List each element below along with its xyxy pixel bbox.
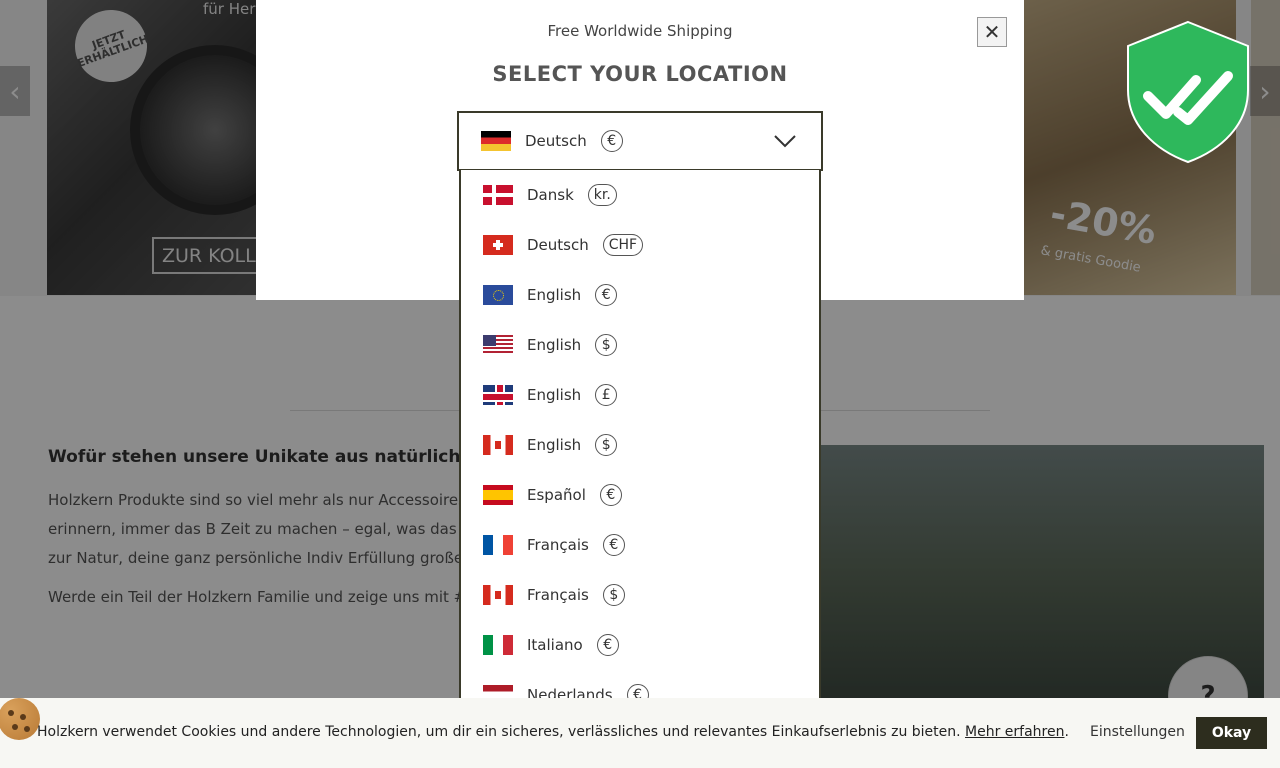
option-deutsch-chf[interactable]: Deutsch CHF xyxy=(461,220,819,270)
chevron-down-icon xyxy=(774,135,796,148)
flag-de-icon xyxy=(481,131,511,151)
flag-gb-icon xyxy=(483,385,513,405)
option-currency: € xyxy=(596,634,619,656)
option-currency: $ xyxy=(595,434,618,456)
flag-dk-icon xyxy=(483,185,513,205)
option-currency: $ xyxy=(602,584,625,606)
close-icon[interactable]: ✕ xyxy=(977,17,1007,47)
cookie-okay-button[interactable]: Okay xyxy=(1196,717,1267,749)
option-language: English xyxy=(527,386,582,404)
option-language: Deutsch xyxy=(527,236,589,254)
option-language: English xyxy=(527,286,582,304)
option-currency: € xyxy=(595,284,618,306)
option-english-cad[interactable]: English $ xyxy=(461,420,819,470)
option-currency: $ xyxy=(595,334,618,356)
option-language: Italiano xyxy=(527,636,583,654)
option-espanol-eur[interactable]: Español € xyxy=(461,470,819,520)
option-currency: £ xyxy=(595,384,618,406)
option-currency: CHF xyxy=(602,234,644,256)
flag-es-icon xyxy=(483,485,513,505)
option-english-usd[interactable]: English $ xyxy=(461,320,819,370)
option-language: Français xyxy=(527,536,589,554)
flag-ch-icon xyxy=(483,235,513,255)
option-currency: € xyxy=(599,484,622,506)
cookie-icon xyxy=(0,698,40,740)
option-english-gbp[interactable]: English £ xyxy=(461,370,819,420)
flag-ca-icon xyxy=(483,435,513,455)
option-language: Français xyxy=(527,586,589,604)
cookie-message: Holzkern verwendet Cookies und andere Te… xyxy=(37,724,966,740)
modal-title: SELECT YOUR LOCATION xyxy=(492,62,788,86)
selected-language: Deutsch xyxy=(525,132,587,150)
cookie-settings-button[interactable]: Einstellungen xyxy=(1090,724,1185,740)
option-currency: kr. xyxy=(587,184,617,206)
option-francais-cad[interactable]: Français $ xyxy=(461,570,819,620)
option-language: English xyxy=(527,336,582,354)
option-dansk-dkk[interactable]: Dansk kr. xyxy=(461,170,819,220)
option-language: Dansk xyxy=(527,186,574,204)
location-dropdown: Dansk kr. Deutsch CHF English € English … xyxy=(459,170,821,722)
flag-eu-icon xyxy=(483,285,513,305)
flag-it-icon xyxy=(483,635,513,655)
shipping-text: Free Worldwide Shipping xyxy=(547,22,733,40)
cookie-text: Holzkern verwendet Cookies und andere Te… xyxy=(37,724,1069,740)
option-language: Español xyxy=(527,486,586,504)
cookie-more-link[interactable]: Mehr erfahren xyxy=(965,724,1064,740)
flag-fr-icon xyxy=(483,535,513,555)
option-italiano-eur[interactable]: Italiano € xyxy=(461,620,819,670)
flag-ca-icon xyxy=(483,585,513,605)
option-language: English xyxy=(527,436,582,454)
cookie-period: . xyxy=(1064,724,1069,740)
selected-currency: € xyxy=(600,130,623,152)
location-select[interactable]: Deutsch € xyxy=(457,111,823,171)
option-english-eur[interactable]: English € xyxy=(461,270,819,320)
option-francais-eur[interactable]: Français € xyxy=(461,520,819,570)
option-currency: € xyxy=(602,534,625,556)
trust-shield-icon[interactable] xyxy=(1126,20,1250,164)
flag-us-icon xyxy=(483,335,513,355)
